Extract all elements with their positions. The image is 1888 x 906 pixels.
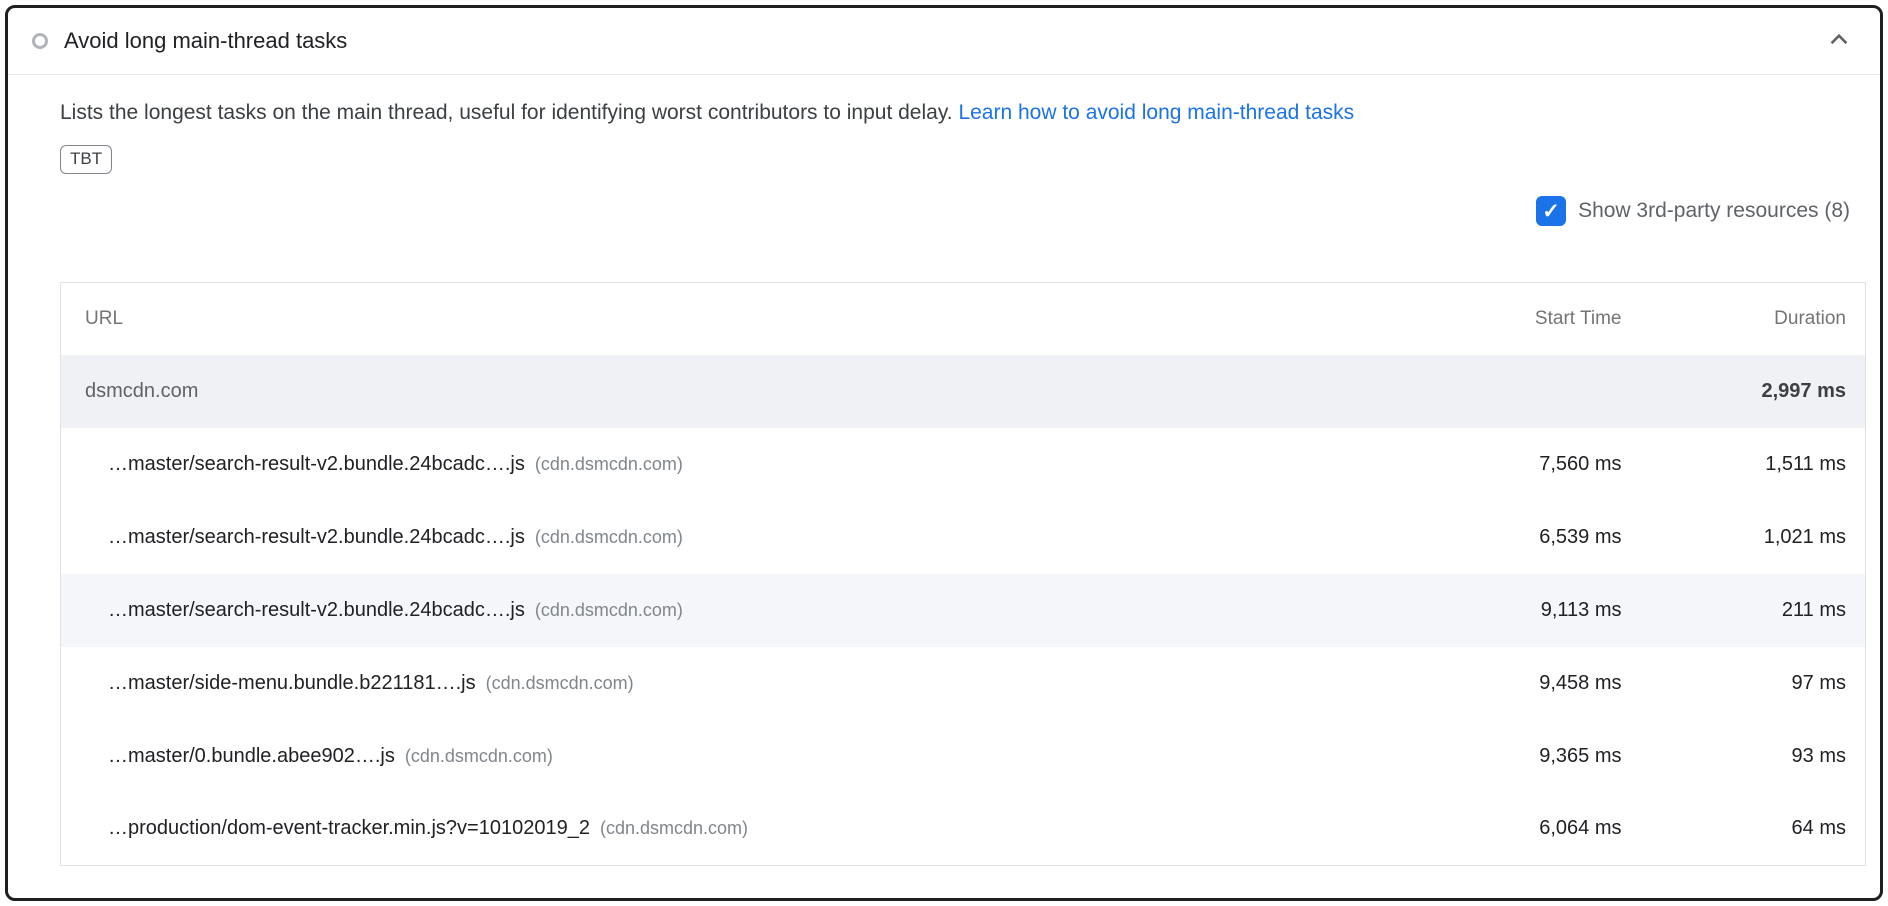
- duration-cell: 1,021 ms: [1622, 501, 1866, 574]
- table-row: …master/search-result-v2.bundle.24bcadc……: [61, 501, 1866, 574]
- host-start-cell: [1382, 355, 1622, 428]
- start-time-cell: 6,064 ms: [1382, 793, 1622, 866]
- start-time-cell: 7,560 ms: [1382, 428, 1622, 501]
- resource-origin: (cdn.dsmcdn.com): [486, 673, 634, 693]
- resource-url-link[interactable]: …production/dom-event-tracker.min.js?v=1…: [108, 817, 590, 839]
- table-row: …master/side-menu.bundle.b221181….js (cdn…: [61, 647, 1866, 720]
- audit-body: Lists the longest tasks on the main thre…: [8, 75, 1880, 890]
- duration-cell: 64 ms: [1622, 793, 1866, 866]
- duration-cell: 1,511 ms: [1622, 428, 1866, 501]
- table-body: dsmcdn.com 2,997 ms …master/search-resul…: [61, 355, 1866, 866]
- start-time-cell: 9,113 ms: [1382, 574, 1622, 647]
- resource-url-link[interactable]: …master/search-result-v2.bundle.24bcadc……: [108, 453, 525, 475]
- duration-cell: 93 ms: [1622, 720, 1866, 793]
- host-duration-cell: 2,997 ms: [1622, 355, 1866, 428]
- start-time-cell: 9,458 ms: [1382, 647, 1622, 720]
- learn-more-link[interactable]: Learn how to avoid long main-thread task…: [958, 101, 1354, 124]
- resource-url-cell: …master/search-result-v2.bundle.24bcadc……: [61, 574, 1382, 647]
- resource-url-link[interactable]: …master/search-result-v2.bundle.24bcadc……: [108, 526, 525, 548]
- table-row: …production/dom-event-tracker.min.js?v=1…: [61, 793, 1866, 866]
- column-header-url: URL: [61, 283, 1382, 355]
- table-header-row: URL Start Time Duration: [61, 283, 1866, 355]
- resource-origin: (cdn.dsmcdn.com): [535, 600, 683, 620]
- column-header-duration: Duration: [1622, 283, 1866, 355]
- audit-title: Avoid long main-thread tasks: [64, 28, 1826, 54]
- checkbox-check-icon: ✓: [1542, 201, 1560, 222]
- resource-url-cell: …production/dom-event-tracker.min.js?v=1…: [61, 793, 1382, 866]
- resource-origin: (cdn.dsmcdn.com): [535, 454, 683, 474]
- third-party-filter-row: ✓ Show 3rd-party resources (8): [60, 196, 1866, 226]
- host-group-row: dsmcdn.com 2,997 ms: [61, 355, 1866, 428]
- resource-url-cell: …master/side-menu.bundle.b221181….js (cdn…: [61, 647, 1382, 720]
- column-header-start-time: Start Time: [1382, 283, 1622, 355]
- description-text: Lists the longest tasks on the main thre…: [60, 101, 953, 124]
- chevron-up-icon[interactable]: [1826, 26, 1852, 57]
- duration-cell: 97 ms: [1622, 647, 1866, 720]
- audit-description: Lists the longest tasks on the main thre…: [60, 97, 1866, 129]
- start-time-cell: 6,539 ms: [1382, 501, 1622, 574]
- long-tasks-table: URL Start Time Duration dsmcdn.com 2,997…: [60, 282, 1866, 866]
- resource-url-cell: …master/0.bundle.abee902….js (cdn.dsmcdn.…: [61, 720, 1382, 793]
- resource-origin: (cdn.dsmcdn.com): [405, 746, 553, 766]
- resource-url-cell: …master/search-result-v2.bundle.24bcadc……: [61, 428, 1382, 501]
- resource-origin: (cdn.dsmcdn.com): [535, 527, 683, 547]
- host-name: dsmcdn.com: [61, 355, 1382, 428]
- resource-origin: (cdn.dsmcdn.com): [600, 818, 748, 838]
- table-row: …master/search-result-v2.bundle.24bcadc……: [61, 574, 1866, 647]
- third-party-filter-label[interactable]: Show 3rd-party resources (8): [1578, 199, 1850, 223]
- start-time-cell: 9,365 ms: [1382, 720, 1622, 793]
- resource-url-link[interactable]: …master/side-menu.bundle.b221181….js: [108, 672, 476, 694]
- duration-cell: 211 ms: [1622, 574, 1866, 647]
- table-row: …master/0.bundle.abee902….js (cdn.dsmcdn.…: [61, 720, 1866, 793]
- informative-circle-icon: [32, 33, 48, 49]
- tbt-metric-chip: TBT: [60, 145, 112, 174]
- resource-url-link[interactable]: …master/search-result-v2.bundle.24bcadc……: [108, 599, 525, 621]
- resource-url-cell: …master/search-result-v2.bundle.24bcadc……: [61, 501, 1382, 574]
- resource-url-link[interactable]: …master/0.bundle.abee902….js: [108, 745, 395, 767]
- third-party-checkbox[interactable]: ✓: [1536, 196, 1566, 226]
- table-row: …master/search-result-v2.bundle.24bcadc……: [61, 428, 1866, 501]
- audit-header[interactable]: Avoid long main-thread tasks: [8, 8, 1880, 75]
- audit-card: Avoid long main-thread tasks Lists the l…: [5, 5, 1883, 901]
